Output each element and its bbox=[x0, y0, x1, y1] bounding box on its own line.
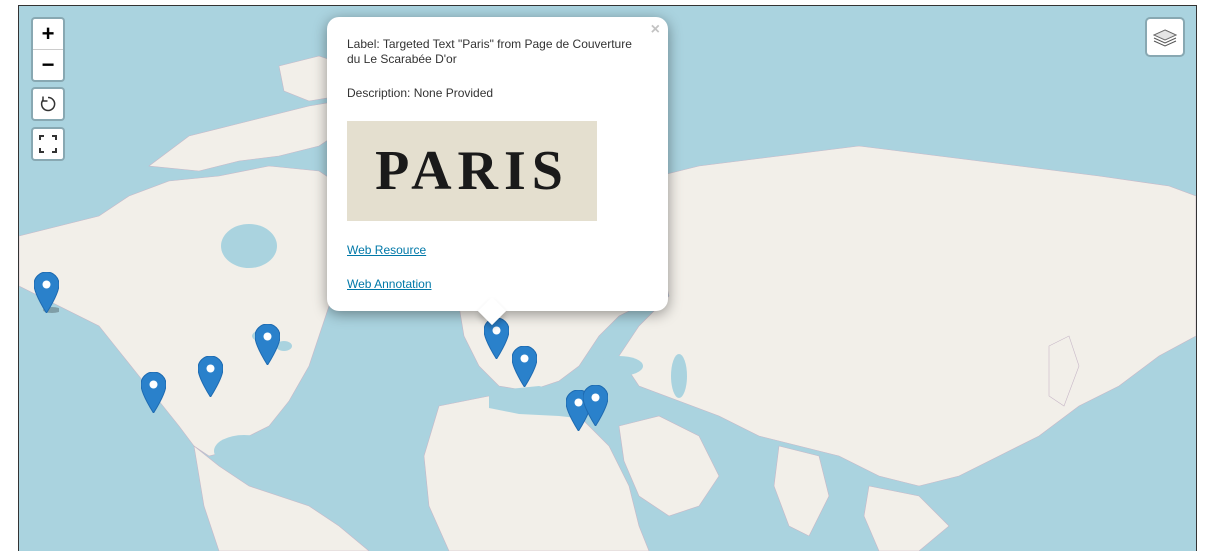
marker-alaska[interactable] bbox=[33, 271, 61, 314]
fullscreen-icon bbox=[39, 135, 57, 153]
popup-close-button[interactable]: × bbox=[651, 21, 660, 39]
marker-israel[interactable] bbox=[582, 384, 609, 427]
popup-image-text: PARIS bbox=[375, 139, 569, 202]
marker-colorado[interactable] bbox=[197, 355, 224, 398]
fullscreen-button[interactable] bbox=[33, 129, 63, 159]
web-annotation-link[interactable]: Web Annotation bbox=[347, 277, 432, 291]
map-canvas[interactable]: + − × Label: Targeted Text "Paris" from … bbox=[19, 6, 1196, 551]
popup-description: Description: None Provided bbox=[347, 86, 494, 100]
web-resource-link[interactable]: Web Resource bbox=[347, 243, 426, 257]
fullscreen-control bbox=[31, 127, 65, 161]
layers-control-button[interactable] bbox=[1145, 17, 1185, 57]
zoom-control: + − bbox=[31, 17, 65, 82]
reset-view-button[interactable] bbox=[33, 89, 63, 119]
popup-label: Label: Targeted Text "Paris" from Page d… bbox=[347, 37, 632, 66]
reset-icon bbox=[40, 96, 56, 112]
zoom-out-button[interactable]: − bbox=[33, 49, 63, 80]
popup-content: Label: Targeted Text "Paris" from Page d… bbox=[347, 37, 647, 292]
reset-view-control bbox=[31, 87, 65, 121]
map-frame: + − × Label: Targeted Text "Paris" from … bbox=[18, 5, 1197, 551]
popup-image: PARIS bbox=[347, 121, 597, 221]
marker-great-lakes[interactable] bbox=[254, 323, 281, 366]
marker-popup: × Label: Targeted Text "Paris" from Page… bbox=[327, 17, 668, 326]
zoom-in-button[interactable]: + bbox=[33, 19, 63, 49]
marker-california[interactable] bbox=[140, 371, 167, 414]
layers-icon bbox=[1152, 29, 1178, 47]
marker-paris[interactable] bbox=[483, 317, 510, 360]
marker-switzerland[interactable] bbox=[511, 345, 538, 388]
